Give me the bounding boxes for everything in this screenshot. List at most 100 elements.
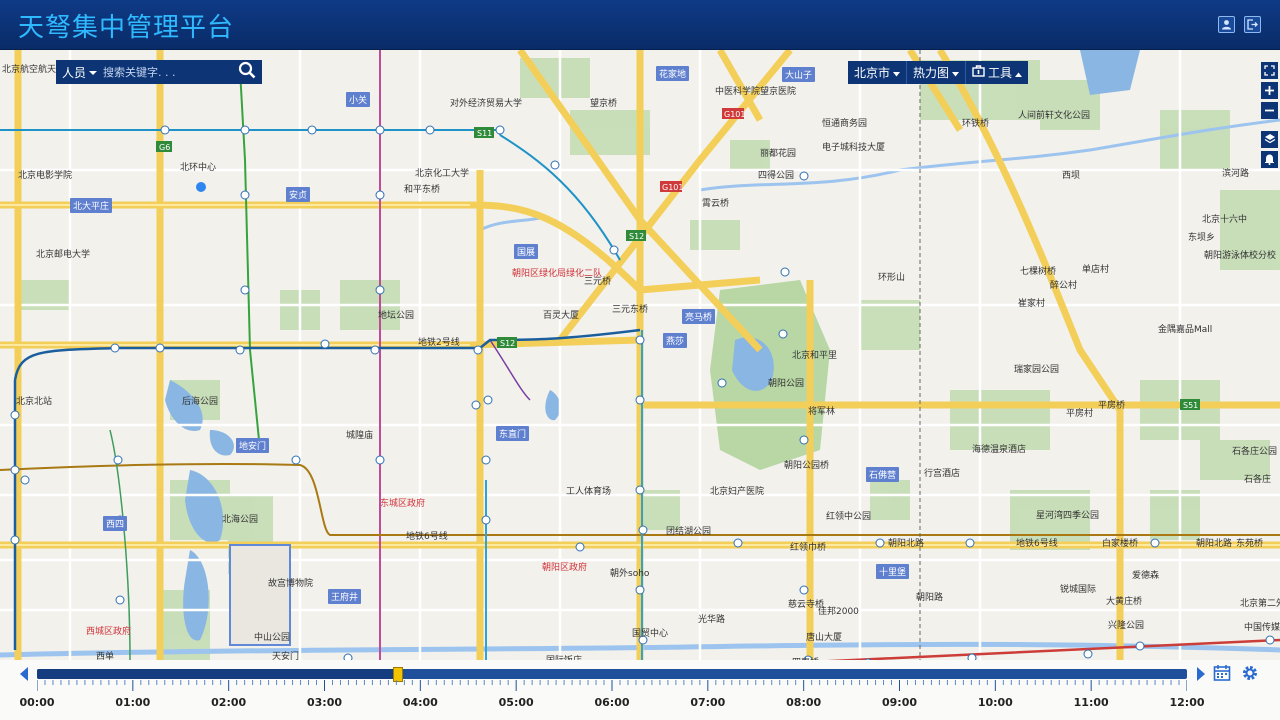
map-label: 东直门 xyxy=(496,426,530,441)
user-profile-button[interactable] xyxy=(1218,16,1235,33)
map-label: 环铁桥 xyxy=(962,119,990,129)
tools-menu[interactable]: 工具 xyxy=(966,61,1028,84)
bell-icon xyxy=(1264,150,1275,169)
heatmap-selector[interactable]: 热力图 xyxy=(907,61,967,84)
map-label: 四得公园 xyxy=(758,171,795,181)
map-label: 朝阳公园桥 xyxy=(784,461,830,471)
map-label: 七棵树桥 xyxy=(1020,267,1057,277)
map-label: 团结湖公园 xyxy=(666,527,712,537)
timeline-track[interactable] xyxy=(37,669,1187,679)
map-label: 光华路 xyxy=(698,615,726,625)
map-label: 天安门 xyxy=(272,652,300,660)
map-label: 后海公园 xyxy=(182,397,219,407)
map-label: 朝阳北路 xyxy=(888,539,925,549)
map-label: 星河湾四季公园 xyxy=(1036,511,1100,521)
map-label: 醉公村 xyxy=(1050,281,1078,291)
minus-icon xyxy=(1264,101,1275,120)
map-label: 电子城科技大厦 xyxy=(822,143,886,153)
map-label: 朝阳路 xyxy=(916,593,944,603)
timeline-tick-label: 08:00 xyxy=(786,696,822,709)
svg-text:S11: S11 xyxy=(477,129,492,138)
map-label: 国展 xyxy=(514,244,539,259)
alarm-button[interactable] xyxy=(1261,151,1278,168)
search-type-dropdown[interactable]: 人员 xyxy=(56,64,103,81)
map-label: 国贸中心 xyxy=(632,629,669,639)
search-icon xyxy=(238,61,256,83)
zoom-out-button[interactable] xyxy=(1261,102,1278,119)
timeline-prev-button[interactable] xyxy=(20,667,28,681)
calendar-icon xyxy=(1213,664,1231,686)
timeline-tick-label: 07:00 xyxy=(690,696,726,709)
svg-text:S12: S12 xyxy=(500,339,515,348)
map-label: 地安门 xyxy=(236,438,270,453)
svg-text:G101: G101 xyxy=(724,110,745,119)
map-label: 白家楼桥 xyxy=(1102,539,1139,549)
heatmap-label: 热力图 xyxy=(913,66,950,80)
map-label: 朝阳游泳体校分校 xyxy=(1204,251,1277,261)
timeline-next-button[interactable] xyxy=(1197,667,1205,681)
settings-button[interactable] xyxy=(1240,665,1260,685)
search-bar: 人员 xyxy=(56,60,262,84)
calendar-button[interactable] xyxy=(1212,665,1232,685)
map-label: 慈云寺桥 xyxy=(788,600,825,610)
map-label: 东坝乡 xyxy=(1188,233,1216,243)
map-label: 北环中心 xyxy=(180,163,217,173)
map-label: 故宫博物院 xyxy=(268,579,314,589)
map-label: 北京化工大学 xyxy=(415,169,470,179)
map-label: 唐山大厦 xyxy=(806,633,843,643)
map-label: 西四 xyxy=(103,516,128,531)
map-label: 安贞 xyxy=(286,187,311,202)
fullscreen-button[interactable] xyxy=(1261,62,1278,79)
map-label: 滨河路 xyxy=(1222,169,1250,179)
plus-icon xyxy=(1264,81,1275,100)
map-label: 石佛营 xyxy=(866,467,900,482)
map-label: 崔家村 xyxy=(1018,299,1046,309)
timeline-tick-label: 04:00 xyxy=(402,696,438,709)
map-label: 将军林 xyxy=(808,407,836,417)
map-label: 朝阳北路 xyxy=(1196,539,1233,549)
search-button[interactable] xyxy=(235,60,259,84)
map-view[interactable]: S11 S12 S12 S51 G6 G101 G101 北京航空航天大学 对外经… xyxy=(0,50,1280,660)
map-label: 三元东桥 xyxy=(612,305,649,315)
map-label: 朝阳公园 xyxy=(768,379,805,389)
logout-button[interactable] xyxy=(1244,16,1261,33)
map-label: 爱德森 xyxy=(1132,571,1160,581)
map-label: 金隅嘉品Mall xyxy=(1158,325,1213,335)
city-selector[interactable]: 北京市 xyxy=(848,61,908,84)
map-label: 西坝 xyxy=(1062,171,1081,181)
toolbox-icon xyxy=(972,65,985,80)
search-input[interactable] xyxy=(103,61,236,83)
timeline-tick-label: 01:00 xyxy=(115,696,151,709)
map-label: 地铁6号线 xyxy=(1016,539,1058,549)
map-label: 单店村 xyxy=(1082,265,1110,275)
timeline-tick-label: 00:00 xyxy=(19,696,55,709)
map-label: 北京电影学院 xyxy=(18,171,73,181)
map-label: 十里堡 xyxy=(876,564,910,579)
app-title: 天弩集中管理平台 xyxy=(18,13,235,43)
map-label: 东城区政府 xyxy=(380,499,426,509)
map-label: 人间前轩文化公园 xyxy=(1018,111,1091,121)
map-label: 北京妇产医院 xyxy=(710,487,765,497)
timeline-tick-label: 02:00 xyxy=(211,696,247,709)
map-label: 地坛公园 xyxy=(378,311,415,321)
map-label: 三元桥 xyxy=(584,277,612,287)
timeline-tick-label: 11:00 xyxy=(1073,696,1109,709)
map-label: 北京第二外国语学院 xyxy=(1240,599,1280,609)
layers-button[interactable] xyxy=(1261,131,1278,148)
zoom-in-button[interactable] xyxy=(1261,82,1278,99)
timeline-tick-label: 06:00 xyxy=(594,696,630,709)
map-label: 百灵大厦 xyxy=(543,311,580,321)
map-label: 恒通商务园 xyxy=(822,119,868,129)
app-header: 天弩集中管理平台 xyxy=(0,0,1280,50)
map-label: 地铁2号线 xyxy=(418,338,460,348)
caret-down-icon xyxy=(952,66,960,80)
timeline-ticks xyxy=(37,680,1187,691)
map-label: 北海公园 xyxy=(222,515,259,525)
map-label: 和平东桥 xyxy=(404,185,441,195)
map-label: 北京北站 xyxy=(16,397,53,407)
map-label: 小关 xyxy=(346,92,371,107)
map-label: 城隍庙 xyxy=(346,431,374,441)
map-label: 行宫酒店 xyxy=(924,469,961,479)
map-label: 北大平庄 xyxy=(70,198,113,213)
map-label: 花家地 xyxy=(656,66,690,81)
